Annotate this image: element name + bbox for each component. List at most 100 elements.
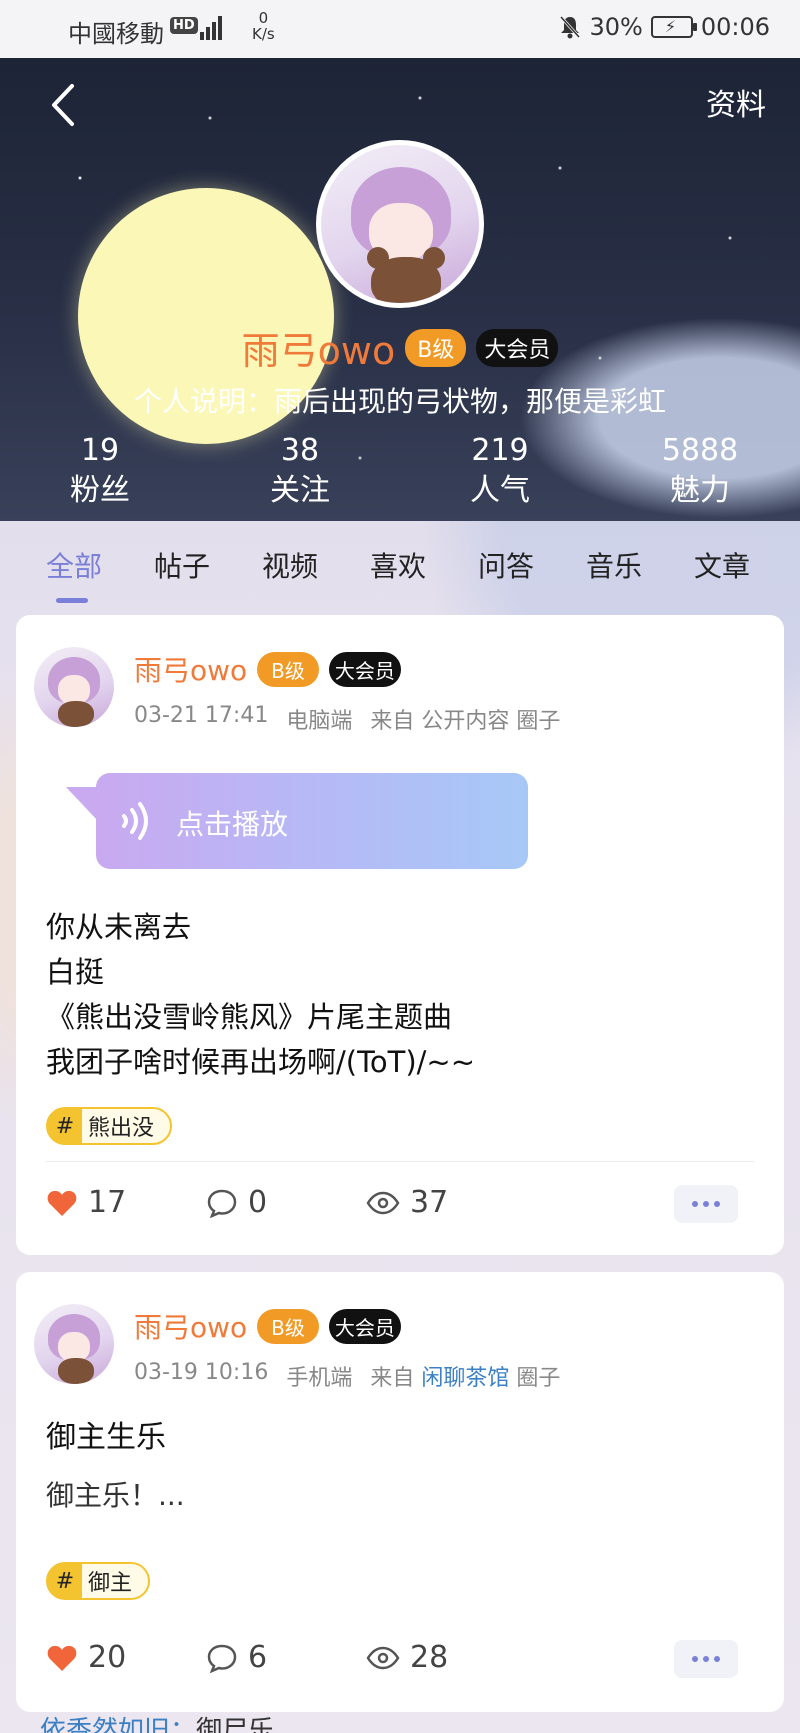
bio: 个人说明：雨后出现的弓状物，那便是彩虹: [133, 385, 666, 418]
stat-charm[interactable]: 5888 魅力: [600, 431, 800, 511]
back-button[interactable]: [44, 80, 84, 130]
circle-suffix: 圈子: [516, 1366, 561, 1391]
signal-icon: [200, 14, 222, 40]
from-label: 来自: [370, 1366, 415, 1391]
stat-label: 魅力: [670, 473, 730, 508]
topic-tag[interactable]: # 御主: [46, 1562, 151, 1600]
stat-value: 219: [471, 433, 529, 468]
dot-icon: [703, 1656, 709, 1662]
post-card[interactable]: 雨弓owo B级 大会员 03-19 10:16 手机端 来自 闲聊茶馆 圈子 …: [16, 1272, 784, 1712]
voice-label: 点击播放: [176, 808, 289, 841]
comment-preview[interactable]: 依香然如旧：御尸乐: [40, 1710, 274, 1733]
voice-play-button[interactable]: 点击播放: [66, 773, 528, 869]
post-author[interactable]: 雨弓owo: [134, 649, 247, 689]
avatar[interactable]: [316, 140, 484, 308]
hash-icon: #: [55, 1568, 75, 1594]
from-label: 来自: [370, 709, 415, 734]
view-counter: 37: [366, 1185, 448, 1220]
post-circle[interactable]: 闲聊茶馆: [421, 1366, 509, 1391]
status-bar: 中國移動 HD 0 K/s 30% ⚡ 00:06: [0, 0, 800, 58]
sound-wave-icon: [122, 802, 148, 840]
battery-percent: 30%: [589, 13, 643, 41]
profile-info-link[interactable]: 资料: [706, 80, 766, 124]
tab-articles[interactable]: 文章: [668, 545, 776, 585]
post-circle[interactable]: 公开内容: [421, 709, 509, 734]
view-count: 28: [410, 1640, 449, 1675]
tab-videos[interactable]: 视频: [236, 545, 344, 585]
dot-icon: [692, 1656, 698, 1662]
post-time: 03-19 10:16: [134, 1360, 269, 1385]
heart-icon: [47, 1645, 77, 1671]
stat-label: 粉丝: [70, 473, 130, 508]
tab-qa[interactable]: 问答: [452, 545, 560, 585]
comment-button[interactable]: 6: [206, 1640, 267, 1675]
stat-value: 5888: [661, 433, 739, 468]
like-button[interactable]: 17: [46, 1185, 126, 1220]
level-badge: B级: [257, 1308, 319, 1344]
stat-value: 38: [280, 433, 320, 468]
name-row: 雨弓owo B级 大会员: [0, 320, 800, 375]
like-count: 20: [88, 1640, 127, 1675]
like-count: 17: [88, 1185, 127, 1220]
stat-popularity[interactable]: 219 人气: [400, 431, 600, 511]
view-count: 37: [410, 1185, 449, 1220]
stat-following[interactable]: 38 关注: [200, 431, 400, 511]
post-line: 我团子啥时候再出场啊/(ToT)/~~: [46, 1045, 476, 1079]
tab-likes[interactable]: 喜欢: [344, 545, 452, 585]
more-options-button[interactable]: [674, 1640, 738, 1678]
post-avatar[interactable]: [34, 647, 114, 727]
post-avatar[interactable]: [34, 1304, 114, 1384]
divider: [46, 1161, 754, 1162]
tab-music[interactable]: 音乐: [560, 545, 668, 585]
post-time: 03-21 17:41: [134, 703, 269, 728]
content-tabs: 全部 帖子 视频 喜欢 问答 音乐 文章: [0, 521, 800, 609]
like-button[interactable]: 20: [46, 1640, 126, 1675]
comment-text: 御尸乐: [196, 1716, 275, 1733]
post-author[interactable]: 雨弓owo: [134, 1306, 247, 1346]
dot-icon: [714, 1201, 720, 1207]
post-content: 你从未离去 白挺 《熊出没雪岭熊风》片尾主题曲 我团子啥时候再出场啊/(ToT)…: [46, 905, 475, 1085]
dot-icon: [714, 1656, 720, 1662]
mute-bell-icon: [559, 15, 581, 39]
vip-badge: 大会员: [476, 328, 559, 367]
post-actions: 17 0 37: [16, 1185, 784, 1225]
clock: 00:06: [700, 13, 770, 41]
post-author-row: 雨弓owo B级 大会员: [134, 649, 401, 689]
tag-label: 熊出没: [88, 1116, 155, 1141]
eye-icon: [366, 1191, 400, 1214]
post-device: 手机端: [286, 1366, 353, 1391]
circle-suffix: 圈子: [516, 709, 561, 734]
post-actions: 20 6 28: [16, 1640, 784, 1680]
network-speed: 0 K/s: [252, 10, 275, 42]
stat-label: 关注: [270, 473, 330, 508]
status-right: 30% ⚡ 00:06: [559, 13, 770, 41]
stats-row: 19 粉丝 38 关注 219 人气 5888 魅力: [0, 431, 800, 511]
post-meta: 03-21 17:41 电脑端 来自 公开内容 圈子: [134, 703, 560, 735]
hash-icon: #: [55, 1113, 75, 1139]
post-author-row: 雨弓owo B级 大会员: [134, 1306, 401, 1346]
post-title: 御主生乐: [46, 1420, 166, 1455]
topic-tag[interactable]: # 熊出没: [46, 1107, 173, 1145]
comment-user[interactable]: 依香然如旧：: [40, 1716, 196, 1733]
level-badge: B级: [405, 328, 467, 367]
view-counter: 28: [366, 1640, 448, 1675]
more-options-button[interactable]: [674, 1185, 738, 1223]
stat-fans[interactable]: 19 粉丝: [0, 431, 200, 511]
post-line: 白挺: [46, 955, 105, 989]
chevron-left-icon: [52, 84, 74, 126]
post-summary: 御主乐！...: [46, 1479, 185, 1512]
speed-value: 0: [258, 9, 269, 27]
tab-posts[interactable]: 帖子: [128, 545, 236, 585]
username: 雨弓owo: [241, 329, 396, 373]
comment-icon: [207, 1644, 237, 1673]
eye-icon: [366, 1646, 400, 1669]
vip-badge: 大会员: [328, 651, 401, 687]
comment-count: 0: [248, 1185, 268, 1220]
profile-header: 资料 雨弓owo B级 大会员 个人说明：雨后出现的弓状物，那便是彩虹 19 粉…: [0, 58, 800, 521]
tab-all[interactable]: 全部: [20, 545, 128, 603]
speed-unit: K/s: [252, 25, 275, 43]
comment-count: 6: [248, 1640, 268, 1675]
post-card[interactable]: 雨弓owo B级 大会员 03-21 17:41 电脑端 来自 公开内容 圈子 …: [16, 615, 784, 1255]
dot-icon: [703, 1201, 709, 1207]
comment-button[interactable]: 0: [206, 1185, 267, 1220]
